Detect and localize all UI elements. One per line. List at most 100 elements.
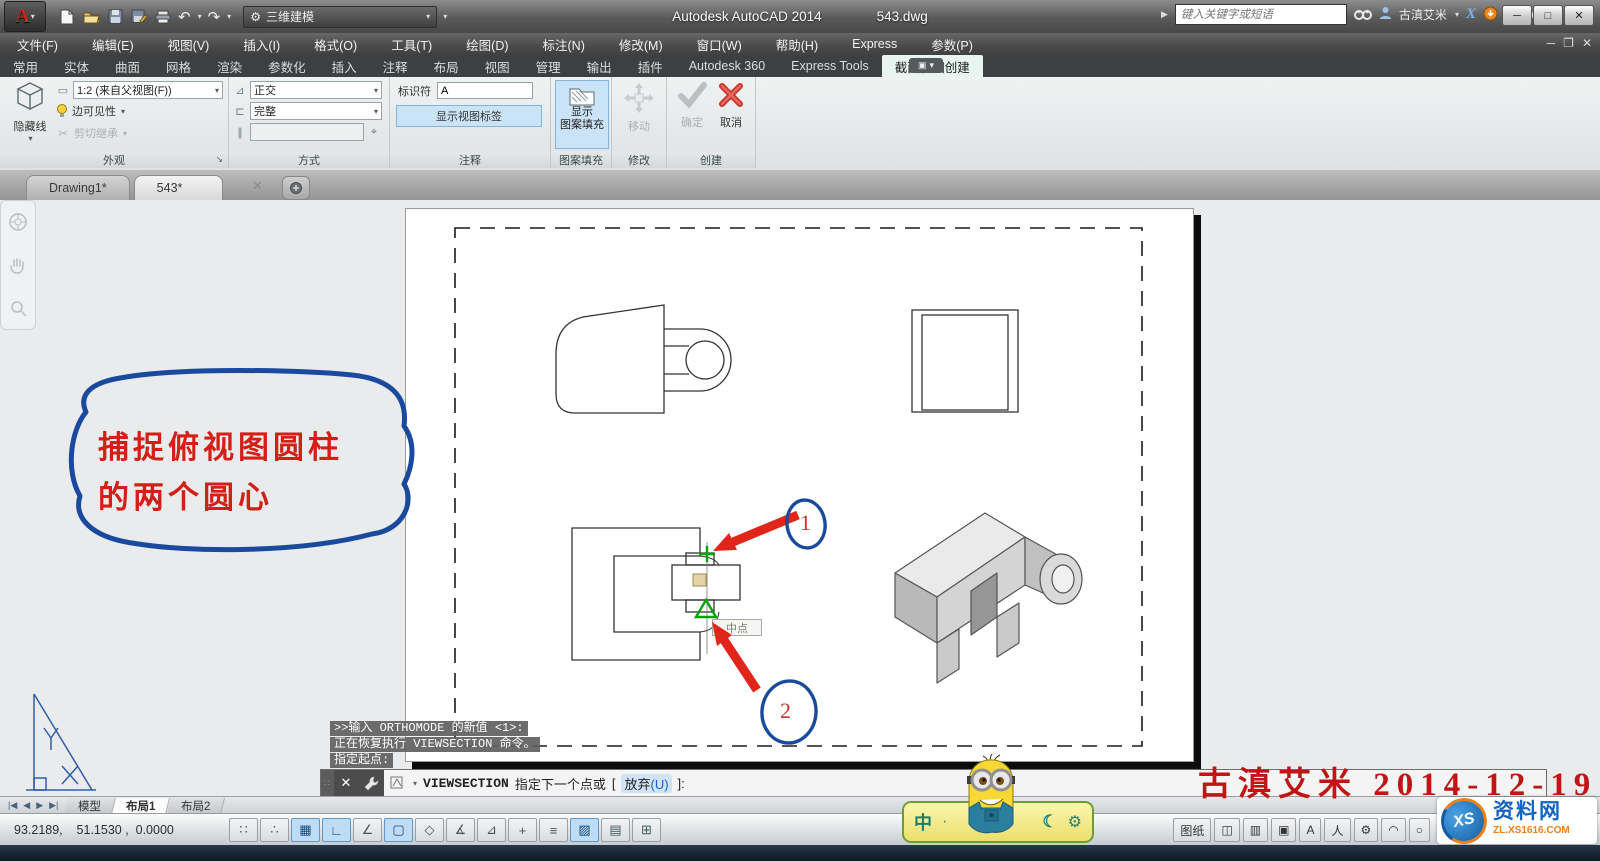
undo-icon[interactable]: ↶ (178, 8, 191, 26)
menu-item[interactable]: 绘图(D) (449, 33, 525, 55)
ribbon-tab[interactable]: 注释 (370, 55, 421, 77)
menu-item[interactable]: 文件(F) (0, 33, 75, 55)
binoculars-icon[interactable] (1353, 6, 1372, 23)
layout-tab[interactable]: 布局2 (166, 797, 226, 814)
file-tab[interactable]: 543* (133, 175, 224, 200)
layout-nav-arrow-icon[interactable]: ◀ (23, 800, 30, 811)
status-right-button[interactable]: ⚙ (1353, 818, 1379, 842)
doc-close-icon[interactable]: ✕ (1582, 36, 1592, 50)
ribbon-tab[interactable]: 管理 (523, 55, 574, 77)
ribbon-tab[interactable]: 参数化 (255, 55, 319, 77)
status-right-button[interactable]: 人 (1324, 818, 1351, 842)
menu-item[interactable]: 参数(P) (914, 33, 990, 55)
pick-point-icon[interactable]: ⌖ (367, 125, 381, 139)
dialog-launcher-icon[interactable]: ↘ (215, 154, 223, 165)
layout-tab[interactable]: 模型 (64, 797, 117, 814)
ribbon-tab[interactable]: 网格 (153, 55, 204, 77)
depth-value-field[interactable] (250, 123, 364, 141)
layout-nav-arrow-icon[interactable]: ▶ (36, 800, 43, 811)
doc-restore-icon[interactable]: ❐ (1563, 36, 1574, 50)
menu-item[interactable]: 标注(N) (526, 33, 602, 55)
status-toggle-button[interactable]: ∟ (322, 818, 351, 842)
status-toggle-button[interactable]: ∠ (353, 818, 382, 842)
menu-item[interactable]: 工具(T) (374, 33, 449, 55)
chevron-down-icon[interactable]: ▾ (413, 779, 417, 788)
toolbar-overflow-icon[interactable]: ▾ (443, 12, 447, 21)
ime-gear-icon[interactable]: ⚙ (1068, 812, 1082, 832)
search-input[interactable] (1174, 4, 1347, 25)
status-right-button[interactable]: ◫ (1214, 818, 1240, 842)
ribbon-tab[interactable]: Express Tools (778, 55, 882, 77)
layout-nav-arrow-icon[interactable]: ▶| (49, 800, 58, 811)
new-file-icon[interactable] (58, 8, 76, 26)
status-right-button[interactable]: ○ (1408, 818, 1430, 842)
ribbon-tab[interactable]: 插件 (625, 55, 676, 77)
file-tab[interactable]: Drawing1* (26, 175, 130, 200)
doc-minimize-icon[interactable]: ─ (1547, 36, 1556, 50)
status-right-button[interactable]: A (1299, 818, 1322, 842)
status-toggle-button[interactable]: ∷ (229, 818, 258, 842)
autodesk360-icon[interactable] (1483, 6, 1498, 24)
undo-dropdown-icon[interactable]: ▾ (198, 12, 202, 21)
ribbon-tab[interactable]: 曲面 (102, 55, 153, 77)
ribbon-minimize-button[interactable]: ▣ ▾ (909, 58, 943, 73)
show-hatch-button[interactable]: 显示 图案填充 (555, 80, 609, 149)
menu-item[interactable]: 修改(M) (602, 33, 680, 55)
status-toggle-button[interactable]: ▢ (384, 818, 413, 842)
status-toggle-button[interactable]: + (508, 818, 537, 842)
cancel-button[interactable]: 取消 (717, 81, 745, 151)
status-toggle-button[interactable]: ▦ (291, 818, 320, 842)
status-right-button[interactable]: ▣ (1271, 818, 1297, 842)
exchange-apps-icon[interactable]: X (1466, 6, 1476, 23)
layout-nav-arrow-icon[interactable]: |◀ (8, 800, 17, 811)
ribbon-tab[interactable]: 常用 (0, 55, 51, 77)
command-bar-close-icon[interactable]: ✕ (334, 770, 358, 796)
status-toggle-button[interactable]: ◇ (415, 818, 444, 842)
customize-wrench-icon[interactable] (358, 770, 384, 796)
chevron-down-icon[interactable]: ▾ (1455, 10, 1459, 19)
ime-language-indicator[interactable]: 中 (914, 809, 932, 835)
application-menu-button[interactable]: A ▾ (4, 1, 46, 32)
ribbon-tab[interactable]: 实体 (51, 55, 102, 77)
layout-tab[interactable]: 布局1 (112, 797, 171, 814)
status-toggle-button[interactable]: ≡ (539, 818, 568, 842)
paper-model-toggle[interactable]: 图纸 (1173, 818, 1212, 842)
menu-item[interactable]: 编辑(E) (75, 33, 151, 55)
save-icon[interactable] (106, 8, 124, 26)
workspace-switcher[interactable]: ⚙ 三维建模 ▾ (243, 5, 438, 28)
ribbon-tab[interactable]: 布局 (421, 55, 472, 77)
status-toggle-button[interactable]: ▤ (601, 818, 630, 842)
ime-punctuation-icon[interactable]: · (942, 813, 947, 831)
ribbon-tab[interactable]: 渲染 (204, 55, 255, 77)
file-tab-close-icon[interactable]: ✕ (252, 178, 263, 194)
command-bar-grip[interactable]: ∷ (321, 770, 334, 796)
save-as-icon[interactable] (130, 8, 148, 26)
status-right-button[interactable]: ▥ (1242, 818, 1269, 842)
close-button[interactable]: ✕ (1564, 5, 1594, 26)
ribbon-tab[interactable]: 插入 (319, 55, 370, 77)
minimize-button[interactable]: ─ (1502, 5, 1532, 26)
ribbon-tab[interactable]: 视图 (472, 55, 523, 77)
menu-item[interactable]: 插入(I) (226, 33, 297, 55)
identifier-input[interactable] (437, 82, 533, 99)
plot-printer-icon[interactable] (154, 8, 172, 26)
drawing-canvas[interactable]: 中点 捕捉俯视图圆柱 的两个圆心 1 2 >>输入 ORTHOMODE 的新值 … (0, 200, 1600, 845)
ribbon-tab[interactable]: Autodesk 360 (676, 55, 778, 77)
menu-item[interactable]: 视图(V) (151, 33, 227, 55)
signed-in-user[interactable]: 古滇艾米 (1399, 6, 1447, 23)
show-view-label-button[interactable]: 显示视图标签 (396, 105, 542, 127)
moon-icon[interactable]: ☾ (1042, 812, 1057, 832)
status-toggle-button[interactable]: ⊿ (477, 818, 506, 842)
status-toggle-button[interactable]: ⊞ (632, 818, 661, 842)
maximize-button[interactable]: □ (1533, 5, 1563, 26)
status-toggle-button[interactable]: ▨ (570, 818, 599, 842)
menu-item[interactable]: 格式(O) (297, 33, 374, 55)
edge-visibility-button[interactable]: 边可见性 ▾ (56, 103, 125, 119)
command-option-undo[interactable]: 放弃(U) (621, 773, 672, 793)
menu-item[interactable]: 窗口(W) (680, 33, 759, 55)
ribbon-tab[interactable]: 输出 (574, 55, 625, 77)
status-toggle-button[interactable]: ∡ (446, 818, 475, 842)
section-type-combo[interactable]: 正交 ▾ (250, 81, 382, 99)
new-drawing-tab-button[interactable] (282, 176, 310, 200)
menu-item[interactable]: Express (835, 33, 914, 55)
